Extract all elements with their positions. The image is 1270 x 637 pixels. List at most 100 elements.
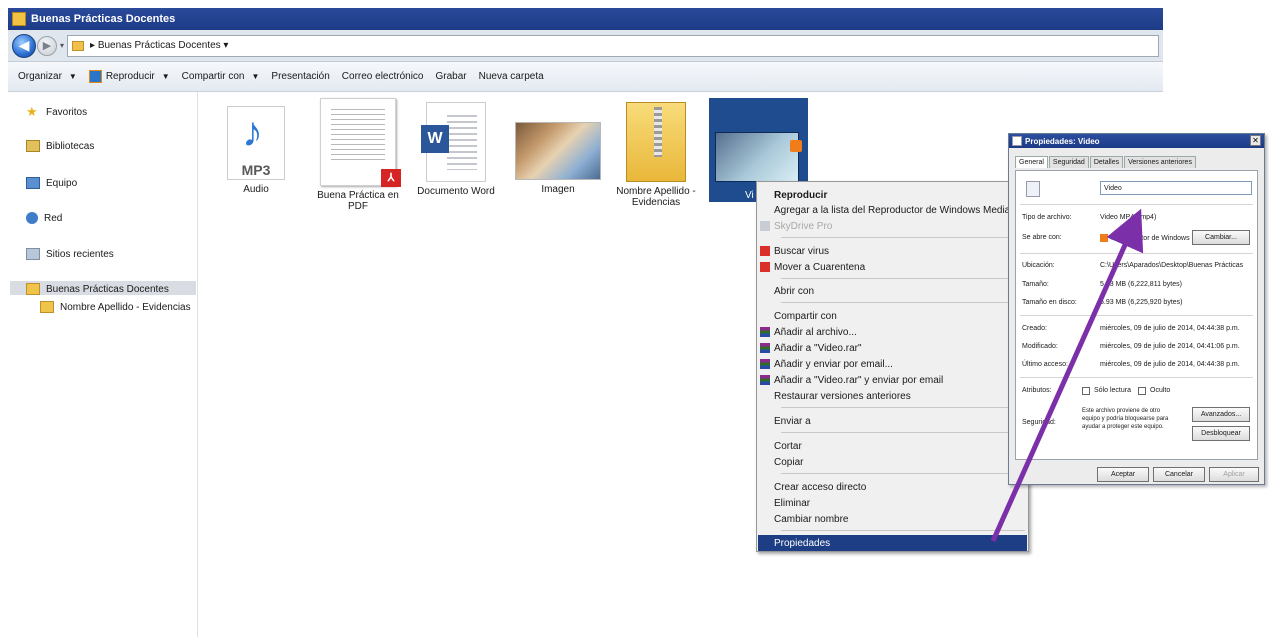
menu-separator [781,278,1025,279]
apply-button[interactable]: Aplicar [1209,467,1259,482]
new-folder-button[interactable]: Nueva carpeta [479,71,544,82]
antivirus-icon [760,262,770,272]
navigation-pane: ★ Favoritos Bibliotecas Equipo Red Sitio… [8,92,198,637]
change-button[interactable]: Cambiar... [1192,230,1250,245]
menu-item-add-to-archive[interactable]: Añadir al archivo... [758,325,1027,339]
computer-icon [26,177,40,189]
tab-security[interactable]: Seguridad [1048,156,1089,168]
general-tab-panel: Video Tipo de archivo: Video MP4 (.mp4) … [1015,170,1258,460]
menu-item-open-with[interactable]: Abrir con [758,284,1027,298]
type-value: Video MP4 (.mp4) [1100,214,1157,221]
location-value: C:\Users\Aparados\Desktop\Buenas Práctic… [1100,262,1244,269]
recent-pages-dropdown[interactable]: ▾ [60,41,64,50]
menu-item-send-to[interactable]: Enviar a [758,414,1027,428]
media-player-icon [88,70,102,83]
play-button[interactable]: Reproducir ▼ [88,70,170,83]
menu-item-cut[interactable]: Cortar [758,439,1027,453]
separator [1020,253,1253,254]
chevron-down-icon: ▼ [161,72,170,81]
word-icon: W [421,102,486,182]
image-icon [515,122,601,180]
menu-item-delete[interactable]: Eliminar [758,496,1027,510]
menu-item-copy[interactable]: Copiar [758,455,1027,469]
video-file-icon [1026,181,1040,197]
winrar-icon [760,375,770,385]
email-button[interactable]: Correo electrónico [342,71,424,82]
winrar-icon [760,327,770,337]
address-path: ▸ Buenas Prácticas Docentes ▾ [90,40,229,51]
nav-recent-places[interactable]: Sitios recientes [26,248,114,260]
file-icon [1012,136,1022,146]
file-label: Audio [243,184,269,195]
back-button[interactable]: ◀ [12,33,36,58]
folder-icon [72,40,85,51]
menu-item-quarantine[interactable]: Mover a Cuarentena [758,260,1027,274]
close-button[interactable]: ✕ [1250,135,1261,146]
tab-general[interactable]: General [1015,156,1048,168]
nav-computer[interactable]: Equipo [26,177,77,189]
burn-button[interactable]: Grabar [436,71,467,82]
menu-item-scan-virus[interactable]: Buscar virus [758,244,1027,258]
properties-dialog: Propiedades: Video ✕ General Seguridad D… [1008,133,1265,485]
star-icon: ★ [26,104,38,119]
menu-item-restore-versions[interactable]: Restaurar versiones anteriores [758,389,1027,403]
cancel-button[interactable]: Cancelar [1153,467,1205,482]
file-name-field[interactable]: Video [1100,181,1252,195]
nav-favorites[interactable]: ★ Favoritos [26,104,87,119]
menu-item-skydrive[interactable]: SkyDrive Pro [758,219,1027,233]
window-title-bar[interactable]: Buenas Prácticas Docentes [8,8,1163,30]
menu-item-rename[interactable]: Cambiar nombre [758,512,1027,526]
readonly-checkbox[interactable] [1082,387,1090,395]
forward-button[interactable]: ▶ [37,35,57,56]
tab-details[interactable]: Detalles [1089,156,1124,168]
security-text-line-1: Este archivo proviene de otro [1082,408,1161,414]
nav-network[interactable]: Red [26,212,62,224]
menu-item-share-with[interactable]: Compartir con [758,309,1027,323]
file-item-audio[interactable]: ♪ MP3 Audio [206,98,306,195]
slideshow-button[interactable]: Presentación [271,71,329,82]
file-label: Vi [745,190,754,201]
file-label: Documento Word [417,186,495,197]
menu-item-play[interactable]: Reproducir [758,188,1027,202]
menu-item-properties[interactable]: Propiedades [758,535,1027,551]
unblock-button[interactable]: Desbloquear [1192,426,1250,441]
file-item-word[interactable]: W Documento Word [406,98,506,197]
command-bar: Organizar ▼ Reproducir ▼ Compartir con ▼ Pr… [8,62,1163,92]
libraries-icon [26,140,40,152]
size-label: Tamaño: [1022,281,1049,288]
nav-libraries[interactable]: Bibliotecas [26,140,94,152]
location-label: Ubicación: [1022,262,1055,269]
file-item-pdf[interactable]: ⅄ Buena Práctica en PDF [308,98,408,212]
menu-item-add-rar-and-email[interactable]: Añadir a "Video.rar" y enviar por email [758,373,1027,387]
file-label: Nombre Apellido - Evidencias [616,186,696,208]
winrar-icon [760,359,770,369]
zip-folder-icon [40,301,54,313]
menu-item-create-shortcut[interactable]: Crear acceso directo [758,480,1027,494]
created-value: miércoles, 09 de julio de 2014, 04:44:38… [1100,325,1240,332]
modified-label: Modificado: [1022,343,1058,350]
pdf-icon: ⅄ [320,98,401,187]
share-with-button[interactable]: Compartir con ▼ [182,71,260,82]
dialog-title-bar[interactable]: Propiedades: Video [1009,134,1264,148]
menu-separator [781,473,1025,474]
opens-with-label: Se abre con: [1022,234,1062,241]
menu-item-add-to-rar[interactable]: Añadir a "Video.rar" [758,341,1027,355]
nav-current-folder[interactable]: Buenas Prácticas Docentes [26,283,169,295]
antivirus-icon [760,246,770,256]
opens-with-value: Reproductor de Windows [1100,234,1190,242]
file-label: Buena Práctica en PDF [317,190,399,212]
type-label: Tipo de archivo: [1022,214,1072,221]
organize-button[interactable]: Organizar ▼ [18,71,77,82]
menu-item-add-to-playlist[interactable]: Agregar a la lista del Reproductor de Wi… [758,203,1027,217]
menu-item-add-and-email[interactable]: Añadir y enviar por email... [758,357,1027,371]
advanced-button[interactable]: Avanzados... [1192,407,1250,422]
file-item-image[interactable]: Imagen [508,98,608,195]
tab-previous-versions[interactable]: Versiones anteriores [1124,156,1196,168]
size-value: 5.93 MB (6,222,811 bytes) [1100,281,1182,288]
hidden-checkbox[interactable] [1138,387,1146,395]
ok-button[interactable]: Aceptar [1097,467,1149,482]
winrar-icon [760,343,770,353]
nav-subfolder[interactable]: Nombre Apellido - Evidencias [40,301,191,313]
address-bar[interactable]: ▸ Buenas Prácticas Docentes ▾ [67,34,1159,57]
file-item-zip-folder[interactable]: Nombre Apellido - Evidencias [606,98,706,208]
